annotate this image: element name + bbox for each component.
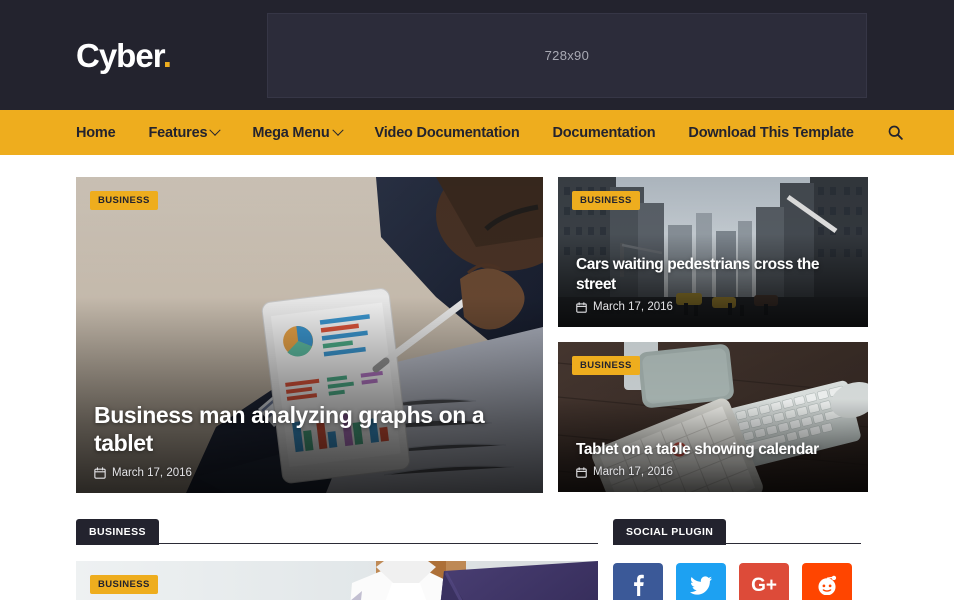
- main-navigation: Home Features Mega Menu Video Documentat…: [0, 110, 954, 155]
- post-date-text: March 17, 2016: [593, 301, 673, 313]
- nav-item-home[interactable]: Home: [76, 110, 116, 155]
- logo-dot: .: [162, 36, 172, 74]
- section-title[interactable]: BUSINESS: [76, 519, 159, 545]
- google-plus-icon: G+: [751, 574, 777, 596]
- site-header: Cyber. 728x90: [0, 0, 954, 110]
- post-date-text: March 17, 2016: [112, 467, 192, 479]
- nav-item-mega-menu[interactable]: Mega Menu: [252, 110, 344, 155]
- nav-item-label: Video Documentation: [374, 124, 520, 141]
- nav-item-label: Mega Menu: [252, 124, 330, 141]
- nav-item-label: Features: [148, 124, 208, 141]
- chevron-down-icon: [331, 124, 344, 136]
- featured-side-column: BUSINESS Cars waiting pedestrians cross …: [558, 177, 868, 493]
- post-date: March 17, 2016: [576, 466, 850, 478]
- featured-post-side-1-body: Cars waiting pedestrians cross the stree…: [576, 255, 850, 313]
- business-section: BUSINESS BUSINESS: [76, 519, 598, 600]
- post-date: March 17, 2016: [576, 301, 850, 313]
- twitter-button[interactable]: [676, 563, 726, 600]
- nav-item-label: Download This Template: [688, 124, 854, 141]
- featured-post-side-1[interactable]: BUSINESS Cars waiting pedestrians cross …: [558, 177, 868, 327]
- category-badge[interactable]: BUSINESS: [90, 575, 158, 594]
- calendar-icon: [576, 301, 587, 313]
- featured-posts-row: BUSINESS Business man analyzing graphs o…: [76, 177, 878, 493]
- section-divider: [158, 543, 598, 544]
- ad-banner-label: 728x90: [544, 47, 590, 63]
- post-title[interactable]: Cars waiting pedestrians cross the stree…: [576, 255, 850, 295]
- featured-post-main-body: Business man analyzing graphs on a table…: [94, 401, 525, 480]
- category-badge[interactable]: BUSINESS: [572, 191, 640, 210]
- post-title[interactable]: Business man analyzing graphs on a table…: [94, 401, 525, 459]
- nav-item-features[interactable]: Features: [148, 110, 222, 155]
- reddit-icon: [818, 575, 837, 595]
- nav-item-label: Documentation: [552, 124, 656, 141]
- lower-sections-row: BUSINESS BUSINESS SOCIAL PLUGIN G+: [76, 519, 878, 600]
- category-badge[interactable]: BUSINESS: [572, 356, 640, 375]
- search-button[interactable]: [887, 124, 904, 141]
- main-content: BUSINESS Business man analyzing graphs o…: [0, 155, 954, 600]
- category-badge[interactable]: BUSINESS: [90, 191, 158, 210]
- calendar-icon: [94, 467, 106, 479]
- nav-list: Home Features Mega Menu Video Documentat…: [76, 110, 887, 155]
- featured-post-side-2[interactable]: BUSINESS Tablet on a table showing calen…: [558, 342, 868, 492]
- featured-post-main[interactable]: BUSINESS Business man analyzing graphs o…: [76, 177, 543, 493]
- post-title[interactable]: Tablet on a table showing calendar: [576, 440, 850, 460]
- facebook-button[interactable]: [613, 563, 663, 600]
- business-post-item[interactable]: BUSINESS: [76, 561, 598, 600]
- site-logo[interactable]: Cyber.: [76, 36, 172, 74]
- social-plugin-section: SOCIAL PLUGIN G+: [613, 519, 861, 600]
- section-title[interactable]: SOCIAL PLUGIN: [613, 519, 727, 545]
- ad-banner-placeholder[interactable]: 728x90: [266, 12, 867, 98]
- post-date-text: March 17, 2016: [593, 466, 673, 478]
- social-buttons-row: G+: [613, 563, 861, 600]
- search-icon: [888, 125, 903, 140]
- nav-item-download-this-template[interactable]: Download This Template: [688, 110, 854, 155]
- social-section-header: SOCIAL PLUGIN: [613, 519, 861, 545]
- logo-text: Cyber: [76, 36, 164, 74]
- nav-item-label: Home: [76, 124, 116, 141]
- featured-post-side-2-body: Tablet on a table showing calendar March…: [576, 440, 850, 478]
- business-section-header: BUSINESS: [76, 519, 598, 545]
- calendar-icon: [576, 466, 587, 478]
- google-plus-button[interactable]: G+: [739, 563, 789, 600]
- section-divider: [726, 543, 861, 544]
- nav-item-documentation[interactable]: Documentation: [552, 110, 655, 155]
- nav-item-video-documentation[interactable]: Video Documentation: [375, 110, 520, 155]
- facebook-icon: [634, 574, 644, 596]
- twitter-icon: [690, 575, 712, 595]
- chevron-down-icon: [209, 124, 222, 136]
- post-date: March 17, 2016: [94, 467, 525, 479]
- reddit-button[interactable]: [802, 563, 852, 600]
